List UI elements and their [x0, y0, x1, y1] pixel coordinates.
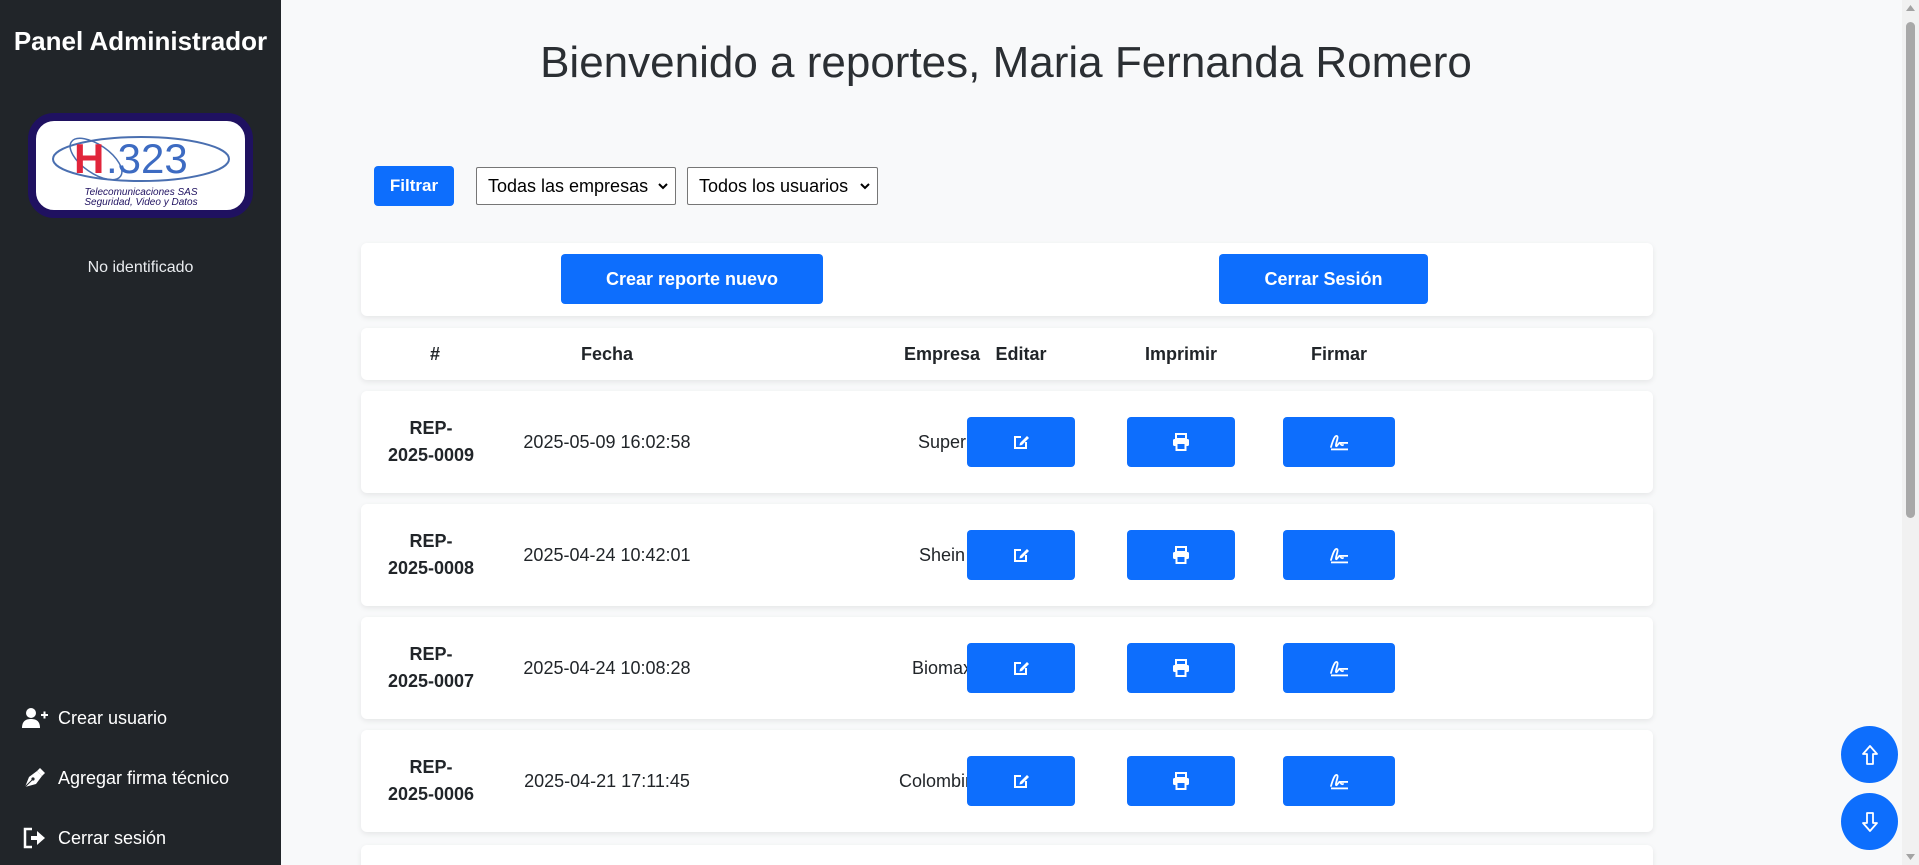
chevron-down-icon	[860, 183, 870, 190]
report-id-prefix: REP-	[409, 418, 453, 438]
edit-icon	[1014, 549, 1029, 562]
signature-icon	[1330, 548, 1348, 564]
scroll-down-button[interactable]	[1841, 793, 1898, 850]
print-report-button[interactable]	[1127, 530, 1235, 580]
edit-icon	[1014, 775, 1029, 788]
report-id-number: 2025-0007	[387, 671, 475, 691]
table-header: # Fecha Empresa Editar Imprimir Firmar	[361, 328, 1653, 380]
scrollbar-thumb[interactable]	[1906, 22, 1915, 518]
logout-button[interactable]: Cerrar Sesión	[1219, 254, 1428, 304]
report-date: 2025-04-24 10:42:01	[523, 545, 691, 565]
sign-report-button[interactable]	[1283, 417, 1395, 467]
svg-text:H: H	[74, 135, 104, 182]
user-status: No identificado	[87, 259, 194, 276]
sidebar-item-crear-usuario[interactable]: Crear usuario	[22, 704, 229, 732]
user-plus-icon	[22, 708, 48, 728]
report-company: Super	[917, 432, 967, 452]
edit-report-button[interactable]	[967, 643, 1075, 693]
edit-report-button[interactable]	[967, 417, 1075, 467]
signature-icon	[1330, 774, 1348, 790]
arrow-down-icon	[1861, 811, 1878, 832]
column-header-print: Imprimir	[1144, 344, 1218, 364]
page-title: Bienvenido a reportes, Maria Fernanda Ro…	[540, 38, 1472, 87]
report-id-number: 2025-0006	[387, 784, 475, 804]
report-date: 2025-05-09 16:02:58	[523, 432, 691, 452]
table-row: REP- 2025-0006 2025-04-21 17:11:45 Colombin…	[361, 730, 1653, 832]
report-id-number: 2025-0008	[387, 558, 475, 578]
sidebar-item-cerrar-sesion[interactable]: Cerrar sesión	[22, 824, 229, 852]
sidebar-title: Panel Administrador	[13, 26, 268, 56]
print-report-button[interactable]	[1127, 643, 1235, 693]
edit-report-button[interactable]	[967, 756, 1075, 806]
scroll-arrow-up-icon[interactable]	[1906, 4, 1915, 12]
page-scrollbar[interactable]	[1902, 0, 1919, 865]
pen-nib-icon	[24, 768, 45, 788]
report-company: Shein	[918, 545, 966, 565]
column-header-sign: Firmar	[1310, 344, 1368, 364]
user-select[interactable]: Todos los usuarios	[687, 167, 878, 205]
print-icon	[1173, 659, 1189, 677]
print-icon	[1173, 546, 1189, 564]
company-select[interactable]: Todas las empresas	[476, 167, 676, 205]
print-icon	[1173, 772, 1189, 790]
edit-report-button[interactable]	[967, 530, 1075, 580]
report-date: 2025-04-24 10:08:28	[523, 658, 691, 678]
svg-text:.323: .323	[106, 135, 188, 182]
table-row	[361, 845, 1653, 865]
arrow-up-icon	[1861, 744, 1878, 765]
sign-report-button[interactable]	[1283, 756, 1395, 806]
scroll-up-button[interactable]	[1841, 726, 1898, 783]
table-row: REP- 2025-0009 2025-05-09 16:02:58 Super	[361, 391, 1653, 493]
main-content: Bienvenido a reportes, Maria Fernanda Ro…	[281, 0, 1893, 865]
report-id-prefix: REP-	[409, 531, 453, 551]
actions-card: Crear reporte nuevo Cerrar Sesión	[361, 243, 1653, 316]
user-select-value: Todos los usuarios	[699, 175, 849, 196]
report-company: Biomax	[911, 658, 973, 678]
sidebar-item-agregar-firma[interactable]: Agregar firma técnico	[22, 764, 229, 792]
column-header-number: #	[429, 344, 441, 364]
logo-line2: Seguridad, Video y Datos	[84, 197, 197, 208]
column-header-company: Empresa	[903, 344, 981, 364]
sidebar-item-label: Cerrar sesión	[58, 827, 167, 848]
report-id-prefix: REP-	[409, 757, 453, 777]
column-header-date: Fecha	[580, 344, 634, 364]
table-row: REP- 2025-0007 2025-04-24 10:08:28 Biomax	[361, 617, 1653, 719]
report-id-prefix: REP-	[409, 644, 453, 664]
chevron-down-icon	[658, 183, 668, 190]
column-header-edit: Editar	[995, 344, 1047, 364]
report-date: 2025-04-21 17:11:45	[524, 771, 690, 791]
sidebar-item-label: Agregar firma técnico	[58, 767, 230, 788]
sign-report-button[interactable]	[1283, 530, 1395, 580]
report-id-number: 2025-0009	[387, 445, 475, 465]
company-logo: H .323 Telecomunicaciones SAS Seguridad,…	[28, 113, 253, 218]
company-select-value: Todas las empresas	[488, 175, 649, 196]
sign-report-button[interactable]	[1283, 643, 1395, 693]
scroll-arrow-down-icon[interactable]	[1906, 853, 1915, 861]
sidebar-nav: Crear usuario Agregar firma técnico Cerr…	[22, 704, 229, 865]
edit-icon	[1014, 436, 1029, 449]
signature-icon	[1330, 661, 1348, 677]
filter-button[interactable]: Filtrar	[374, 166, 454, 206]
signature-icon	[1330, 435, 1348, 451]
sidebar-item-label: Crear usuario	[58, 707, 168, 728]
create-report-button[interactable]: Crear reporte nuevo	[561, 254, 823, 304]
print-icon	[1173, 433, 1189, 451]
table-row: REP- 2025-0008 2025-04-24 10:42:01 Shein	[361, 504, 1653, 606]
sign-out-icon	[23, 827, 45, 849]
print-report-button[interactable]	[1127, 756, 1235, 806]
print-report-button[interactable]	[1127, 417, 1235, 467]
sidebar: Panel Administrador H .323 Telecomunicac…	[0, 0, 281, 865]
edit-icon	[1014, 662, 1029, 675]
